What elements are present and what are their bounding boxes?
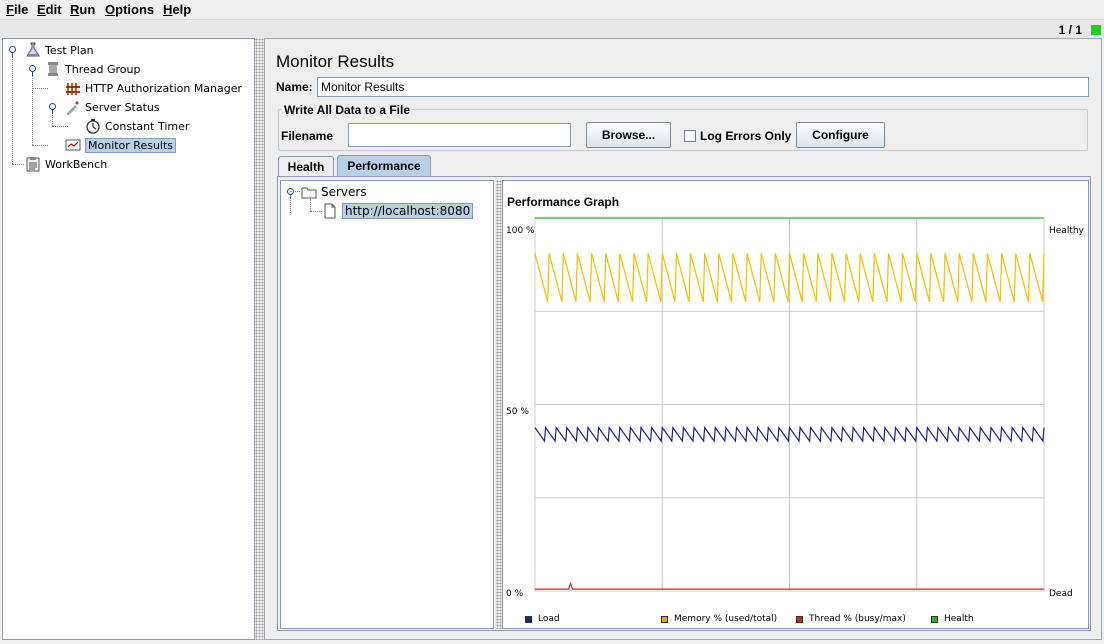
legend-item-health: Health [931,614,974,624]
menu-options[interactable]: Options [105,2,154,17]
server-item-localhost[interactable]: http://localhost:8080 [322,202,474,220]
servers-root[interactable]: Servers [301,183,367,201]
tree-connector [32,145,48,146]
legend-item-memory: Memory % (used/total) [661,614,777,624]
pipette-icon [67,101,79,115]
write-to-file-title: Write All Data to a File [282,103,413,117]
tree-item-constant-timer[interactable]: Constant Timer [85,117,189,135]
performance-chart [534,217,1045,592]
menu-edit[interactable]: Edit [37,2,62,17]
menu-help[interactable]: Help [163,2,191,17]
legend-swatch-thread [796,615,803,623]
tree-connector [52,126,68,127]
tree-connector [12,54,13,164]
menu-file[interactable]: File [6,2,28,17]
monitor-graph-icon [65,139,81,151]
configure-button[interactable]: Configure [796,122,885,148]
status-indicator-icon [1091,25,1101,35]
clipboard-icon [26,157,40,172]
legend-swatch-load [525,615,532,623]
page-title: Monitor Results [276,52,395,71]
folder-icon [301,187,317,199]
thread-counter: 1 / 1 [1058,23,1082,37]
tree-item-test-plan[interactable]: Test Plan [25,41,94,59]
menu-run[interactable]: Run [70,2,95,17]
status-bar: 1 / 1 [0,21,1104,38]
tree-item-server-status[interactable]: Server Status [65,98,160,116]
tree-expand-toggle[interactable] [49,103,56,114]
filename-label: Filename [281,129,334,143]
legend-item-load: Load [525,614,560,624]
stopwatch-icon [86,119,100,134]
browse-button[interactable]: Browse... [586,122,671,148]
tab-performance[interactable]: Performance [337,155,431,176]
legend-item-thread: Thread % (busy/max) [796,614,906,624]
spool-icon [48,62,58,76]
legend-swatch-memory [661,615,668,623]
log-errors-label: Log Errors Only [700,129,792,143]
name-label: Name: [276,80,313,94]
main-splitter[interactable] [255,38,264,640]
legend-swatch-health [931,615,938,623]
performance-graph-panel: Performance Graph 100 % 50 % 0 % Healthy… [502,180,1089,629]
tree-expand-toggle[interactable] [9,46,16,57]
tree-connector [32,88,48,89]
tree-connector [310,211,322,212]
tree-connector [290,191,300,192]
tree-item-thread-group[interactable]: Thread Group [45,60,140,78]
tree-item-http-auth[interactable]: HTTP Authorization Manager [65,79,242,97]
flask-icon [26,42,40,57]
tree-expand-toggle[interactable] [29,65,36,76]
servers-tree: Servers http://localhost:8080 [280,180,494,629]
fence-icon [66,83,80,95]
document-icon [324,203,336,219]
menu-bar: File Edit Run Options Help [0,0,1104,20]
tab-health[interactable]: Health [278,156,334,176]
tree-item-monitor-results[interactable]: Monitor Results [65,136,177,154]
tree-connector [290,195,291,213]
log-errors-checkbox[interactable] [684,130,696,142]
tree-item-workbench[interactable]: WorkBench [25,155,107,173]
monitor-results-panel: Monitor Results Name: Monitor Results Wr… [264,38,1102,640]
tree-connector [12,164,24,165]
test-plan-tree: Test Plan Thread Group HTTP Authorizatio… [2,38,255,640]
name-input[interactable]: Monitor Results [317,77,1089,97]
tree-connector [32,73,33,145]
filename-input[interactable] [348,123,571,147]
